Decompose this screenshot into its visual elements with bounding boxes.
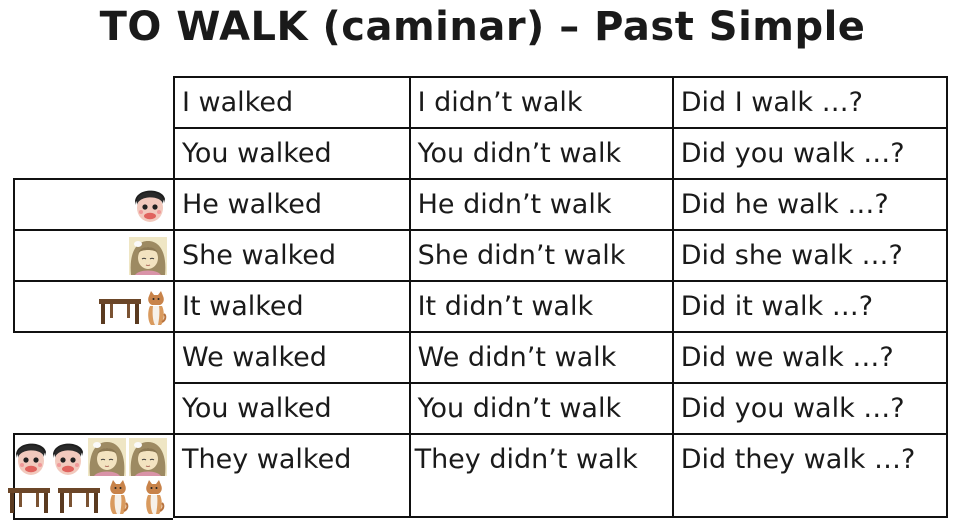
table-row: It walked It didn’t walk Did it walk …? <box>173 280 949 333</box>
negative-cell: He didn’t walk <box>408 178 674 231</box>
conjugation-table: I walked I didn’t walk Did I walk …? You… <box>173 76 949 518</box>
negative-cell: We didn’t walk <box>408 331 674 384</box>
boy-face-icon <box>51 440 85 476</box>
affirmative-cell: You walked <box>173 382 411 435</box>
question-cell: Did he walk …? <box>671 178 949 231</box>
girl-face-icon <box>88 438 126 476</box>
subject-image-box-she <box>13 229 173 282</box>
table-row: You walked You didn’t walk Did you walk … <box>173 382 949 435</box>
subject-image-box-it <box>13 280 173 333</box>
question-cell: Did we walk …? <box>671 331 949 384</box>
subject-image-box-they <box>13 433 173 520</box>
question-cell: Did you walk …? <box>671 127 949 180</box>
question-cell: Did you walk …? <box>671 382 949 435</box>
girl-face-icon <box>129 438 167 476</box>
cat-icon <box>143 479 165 515</box>
negative-cell: She didn’t walk <box>408 229 674 282</box>
affirmative-cell: I walked <box>173 76 411 129</box>
affirmative-cell: They walked <box>173 433 411 518</box>
affirmative-cell: It walked <box>173 280 411 333</box>
question-cell: Did they walk …? <box>671 433 949 518</box>
affirmative-cell: We walked <box>173 331 411 384</box>
table-icon <box>7 485 51 515</box>
subject-image-box-he <box>13 178 173 231</box>
question-cell: Did it walk …? <box>671 280 949 333</box>
table-icon <box>98 296 142 326</box>
cat-icon <box>107 479 129 515</box>
table-row: She walked She didn’t walk Did she walk … <box>173 229 949 282</box>
affirmative-cell: She walked <box>173 229 411 282</box>
table-row: You walked You didn’t walk Did you walk … <box>173 127 949 180</box>
table-row: I walked I didn’t walk Did I walk …? <box>173 76 949 129</box>
page-title: TO WALK (caminar) – Past Simple <box>99 4 866 50</box>
negative-cell: You didn’t walk <box>408 127 674 180</box>
cat-icon <box>145 290 167 326</box>
negative-cell: They didn’t walk <box>408 433 674 518</box>
question-cell: Did she walk …? <box>671 229 949 282</box>
girl-face-icon <box>129 237 167 275</box>
table-row: We walked We didn’t walk Did we walk …? <box>173 331 949 384</box>
boy-face-icon <box>14 440 48 476</box>
table-row: They walked They didn’t walk Did they wa… <box>173 433 949 518</box>
question-cell: Did I walk …? <box>671 76 949 129</box>
affirmative-cell: He walked <box>173 178 411 231</box>
boy-face-icon <box>133 187 167 223</box>
table-row: He walked He didn’t walk Did he walk …? <box>173 178 949 231</box>
negative-cell: You didn’t walk <box>408 382 674 435</box>
table-icon <box>57 485 101 515</box>
affirmative-cell: You walked <box>173 127 411 180</box>
negative-cell: It didn’t walk <box>408 280 674 333</box>
negative-cell: I didn’t walk <box>408 76 674 129</box>
